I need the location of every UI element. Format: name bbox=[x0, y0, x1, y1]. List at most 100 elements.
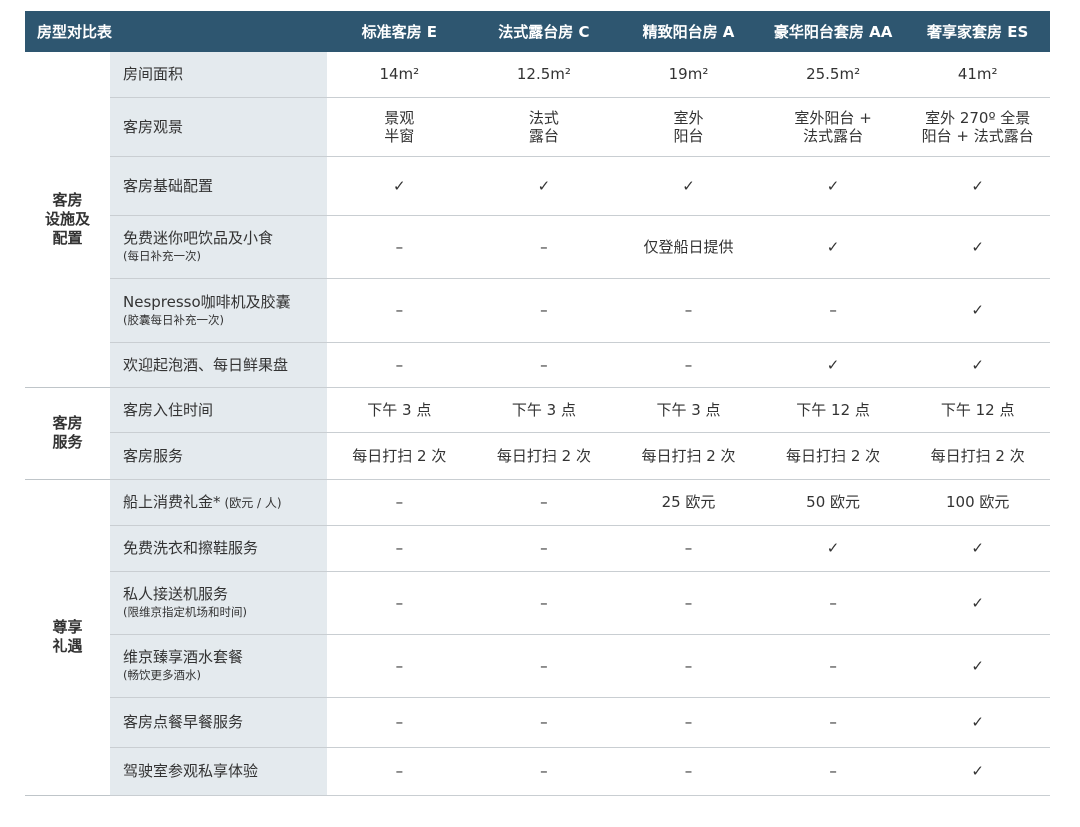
dash-icon: – bbox=[327, 747, 472, 796]
feature-cell: 私人接送机服务 (限维京指定机场和时间) bbox=[110, 571, 328, 635]
dash-icon: – bbox=[327, 278, 472, 343]
dash-icon: – bbox=[471, 634, 617, 698]
check-icon: ✓ bbox=[905, 525, 1050, 572]
check-icon: ✓ bbox=[905, 571, 1050, 635]
dash-icon: – bbox=[760, 571, 906, 635]
value-cell: 25.5m² bbox=[760, 52, 906, 98]
table-row: 客房 服务 客房入住时间 下午 3 点下午 3 点下午 3 点下午 12 点下午 1… bbox=[25, 387, 1050, 480]
table-row: 免费迷你吧饮品及小食 (每日补充一次) – – 仅登船日提供 ✓ ✓ bbox=[25, 215, 1050, 279]
feature-label: 免费迷你吧饮品及小食 bbox=[123, 229, 274, 248]
check-icon: ✓ bbox=[760, 215, 906, 279]
dash-icon: – bbox=[616, 342, 761, 388]
feature-label: Nespresso咖啡机及胶囊 bbox=[123, 292, 291, 311]
check-icon: ✓ bbox=[760, 342, 906, 388]
dash-icon: – bbox=[616, 747, 761, 796]
dash-icon: – bbox=[327, 697, 472, 748]
value-cell: 下午 3 点 bbox=[471, 387, 617, 433]
dash-icon: – bbox=[760, 634, 906, 698]
check-icon: ✓ bbox=[905, 156, 1050, 216]
feature-cell: 房间面积 bbox=[110, 52, 328, 98]
header-row: 房型对比表 标准客房 E 法式露台房 C 精致阳台房 A 豪华阳台套房 AA 奢… bbox=[25, 11, 1050, 52]
room-type-header: 豪华阳台套房 AA bbox=[760, 11, 906, 52]
dash-icon: – bbox=[471, 479, 617, 526]
dash-icon: – bbox=[760, 697, 906, 748]
check-icon: ✓ bbox=[471, 156, 617, 216]
feature-label: 免费洗衣和擦鞋服务 bbox=[123, 539, 259, 557]
table-title: 房型对比表 bbox=[25, 11, 328, 52]
check-icon: ✓ bbox=[327, 156, 472, 216]
feature-label: 驾驶室参观私享体验 bbox=[123, 762, 259, 780]
feature-note: (每日补充一次) bbox=[123, 249, 201, 264]
feature-label: 客房点餐早餐服务 bbox=[123, 713, 244, 731]
dash-icon: – bbox=[327, 479, 472, 526]
dash-icon: – bbox=[471, 747, 617, 796]
feature-cell: 船上消费礼金* (欧元 / 人) bbox=[110, 479, 328, 526]
table-row: 欢迎起泡酒、每日鲜果盘 – – – ✓ ✓ bbox=[25, 342, 1050, 388]
feature-label: 私人接送机服务 bbox=[123, 585, 229, 604]
value-cell: 室外 270º 全景 阳台 + 法式露台 bbox=[905, 97, 1050, 157]
group-label: 客房 服务 bbox=[25, 387, 110, 480]
dash-icon: – bbox=[471, 215, 617, 279]
table-row: 客房点餐早餐服务 – – – – ✓ bbox=[25, 697, 1050, 748]
check-icon: ✓ bbox=[760, 525, 906, 572]
dash-icon: – bbox=[616, 634, 761, 698]
feature-note: (畅饮更多酒水) bbox=[123, 668, 201, 683]
feature-label: 客房服务 bbox=[123, 446, 184, 465]
dash-icon: – bbox=[616, 278, 761, 343]
feature-label: 维京臻享酒水套餐 bbox=[123, 648, 244, 667]
feature-note: (限维京指定机场和时间) bbox=[123, 605, 247, 620]
table-row: 客房观景 景观 半窗 法式 露台 室外 阳台 室外阳台 + 法式露台 室外 270º 全景… bbox=[25, 97, 1050, 157]
table-row: 客房 设施及 配置 房间面积 14m² 12.5m² 19m² 25.5m² 41m² bbox=[25, 52, 1050, 388]
value-cell: 每日打扫 2 次 bbox=[616, 432, 761, 480]
feature-label: 船上消费礼金* bbox=[123, 493, 221, 511]
dash-icon: – bbox=[471, 697, 617, 748]
feature-cell: 客房观景 bbox=[110, 97, 328, 157]
room-type-header: 标准客房 E bbox=[327, 11, 472, 52]
check-icon: ✓ bbox=[905, 278, 1050, 343]
feature-label: 欢迎起泡酒、每日鲜果盘 bbox=[123, 355, 289, 374]
value-cell: 每日打扫 2 次 bbox=[327, 432, 472, 480]
feature-note: (欧元 / 人) bbox=[224, 496, 282, 510]
value-cell: 每日打扫 2 次 bbox=[760, 432, 906, 480]
table-row: 免费洗衣和擦鞋服务 – – – ✓ ✓ bbox=[25, 525, 1050, 572]
dash-icon: – bbox=[616, 571, 761, 635]
feature-label: 房间面积 bbox=[123, 65, 184, 84]
table-row: 私人接送机服务 (限维京指定机场和时间) – – – – ✓ bbox=[25, 571, 1050, 635]
value-cell: 仅登船日提供 bbox=[616, 215, 761, 279]
value-cell: 法式 露台 bbox=[471, 97, 617, 157]
check-icon: ✓ bbox=[760, 156, 906, 216]
dash-icon: – bbox=[616, 525, 761, 572]
dash-icon: – bbox=[760, 278, 906, 343]
value-cell: 每日打扫 2 次 bbox=[905, 432, 1050, 480]
value-cell: 41m² bbox=[905, 52, 1050, 98]
check-icon: ✓ bbox=[616, 156, 761, 216]
value-cell: 景观 半窗 bbox=[327, 97, 472, 157]
value-cell: 室外 阳台 bbox=[616, 97, 761, 157]
value-cell: 14m² bbox=[327, 52, 472, 98]
dash-icon: – bbox=[327, 634, 472, 698]
dash-icon: – bbox=[616, 697, 761, 748]
table-row: 维京臻享酒水套餐 (畅饮更多酒水) – – – – ✓ bbox=[25, 634, 1050, 698]
feature-label: 客房观景 bbox=[123, 117, 184, 136]
check-icon: ✓ bbox=[905, 747, 1050, 796]
check-icon: ✓ bbox=[905, 697, 1050, 748]
table-row: 尊享 礼遇 船上消费礼金* (欧元 / 人) – –25 欧元 50 欧元 100 欧元 bbox=[25, 479, 1050, 796]
check-icon: ✓ bbox=[905, 634, 1050, 698]
value-cell: 下午 12 点 bbox=[905, 387, 1050, 433]
feature-label: 客房入住时间 bbox=[123, 400, 214, 419]
table-row: 驾驶室参观私享体验 – – – – ✓ bbox=[25, 747, 1050, 796]
feature-label: 客房基础配置 bbox=[123, 176, 214, 195]
value-cell: 下午 3 点 bbox=[327, 387, 472, 433]
feature-cell: 免费洗衣和擦鞋服务 bbox=[110, 525, 328, 572]
room-type-header: 奢享家套房 ES bbox=[905, 11, 1050, 52]
dash-icon: – bbox=[760, 747, 906, 796]
dash-icon: – bbox=[471, 525, 617, 572]
room-type-header: 精致阳台房 A bbox=[616, 11, 761, 52]
check-icon: ✓ bbox=[905, 215, 1050, 279]
room-comparison-table: 房型对比表 标准客房 E 法式露台房 C 精致阳台房 A 豪华阳台套房 AA 奢… bbox=[25, 11, 1050, 796]
value-cell: 12.5m² bbox=[471, 52, 617, 98]
group-label: 尊享 礼遇 bbox=[25, 479, 110, 796]
value-cell: 50 欧元 bbox=[760, 479, 906, 526]
feature-cell: 客房服务 bbox=[110, 432, 328, 480]
dash-icon: – bbox=[327, 215, 472, 279]
